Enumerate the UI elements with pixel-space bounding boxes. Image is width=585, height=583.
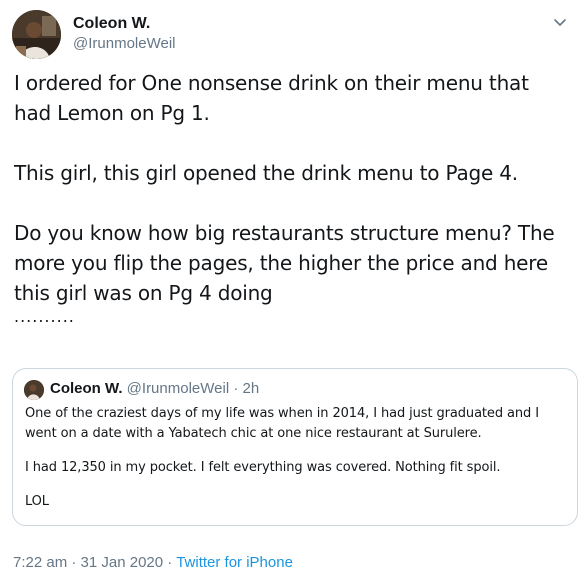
footer-separator: · xyxy=(163,554,177,571)
quoted-author-avatar xyxy=(24,380,44,400)
quoted-text: One of the craziest days of my life was … xyxy=(25,404,570,512)
tweet-date[interactable]: 31 Jan 2020 xyxy=(81,554,164,571)
tweet-text-line: this girl was on Pg 4 doing xyxy=(14,281,273,305)
tweet-text-line: Do you know how big restaurants structur… xyxy=(14,221,555,245)
quoted-time: 2h xyxy=(242,380,260,397)
author-handle[interactable]: @IrunmoleWeil xyxy=(73,34,175,54)
author-display-name[interactable]: Coleon W. xyxy=(73,14,175,33)
tweet-text-line: had Lemon on Pg 1. xyxy=(14,101,210,125)
user-avatar-photo-icon xyxy=(24,380,44,400)
quoted-handle: @IrunmoleWeil xyxy=(126,380,230,397)
quoted-text-line: I had 12,350 in my pocket. I felt everyt… xyxy=(25,460,501,475)
tweet-text-line: more you flip the pages, the higher the … xyxy=(14,251,548,275)
tweet-time[interactable]: 7:22 am xyxy=(13,554,67,571)
author-names: Coleon W. @IrunmoleWeil xyxy=(73,14,175,54)
tweet-text-line: I ordered for One nonsense drink on thei… xyxy=(14,71,529,95)
user-avatar-photo-icon xyxy=(12,10,61,59)
quoted-text-line: LOL xyxy=(25,494,49,509)
tweet-header: Coleon W. @IrunmoleWeil xyxy=(12,10,572,60)
quoted-text-line: went on a date with a Yabatech chic at o… xyxy=(25,426,482,441)
tweet-text-dots: .......... xyxy=(14,307,75,326)
tweet-source-link[interactable]: Twitter for iPhone xyxy=(176,554,293,571)
quoted-separator: · xyxy=(229,380,243,397)
chevron-down-icon[interactable] xyxy=(550,12,570,32)
tweet-text: I ordered for One nonsense drink on thei… xyxy=(14,68,574,326)
tweet-card: Coleon W. @IrunmoleWeil I ordered for On… xyxy=(0,0,585,583)
footer-separator: · xyxy=(67,554,81,571)
quoted-header: Coleon W. @IrunmoleWeil · 2h xyxy=(50,379,259,399)
quoted-text-line: One of the craziest days of my life was … xyxy=(25,406,539,421)
tweet-text-line: This girl, this girl opened the drink me… xyxy=(14,161,518,185)
quoted-tweet[interactable]: Coleon W. @IrunmoleWeil · 2h One of the … xyxy=(12,368,578,526)
quoted-display-name: Coleon W. xyxy=(50,380,123,397)
tweet-footer: 7:22 am · 31 Jan 2020 · Twitter for iPho… xyxy=(13,553,293,573)
author-avatar[interactable] xyxy=(12,10,61,59)
